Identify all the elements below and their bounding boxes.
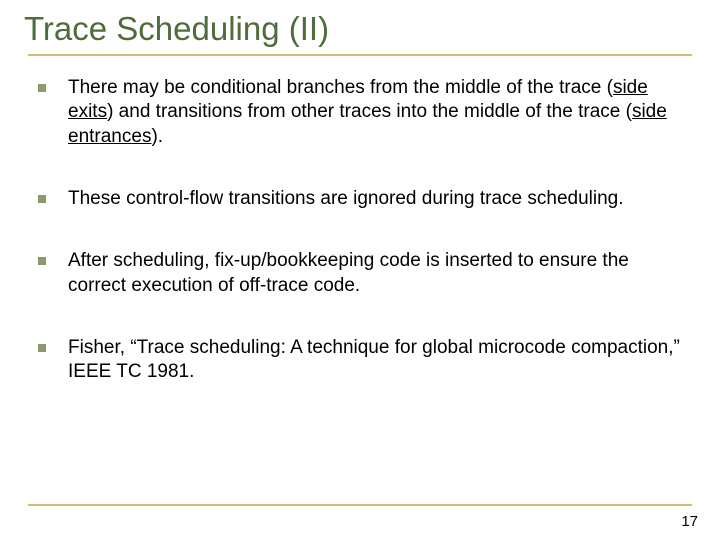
list-item: These control-flow transitions are ignor… [38,187,692,211]
page-number: 17 [681,513,698,530]
reference-venue: IEEE TC 1981. [68,361,194,382]
list-item: There may be conditional branches from t… [38,76,692,149]
list-item: After scheduling, fix-up/bookkeeping cod… [38,249,692,298]
bullet-square-icon [38,84,46,92]
bullet-square-icon [38,195,46,203]
bullet-square-icon [38,257,46,265]
bullet-text: These control-flow transitions are ignor… [68,188,624,209]
bullet-square-icon [38,344,46,352]
footer-rule [28,504,692,506]
reference-title: Trace scheduling: A technique for global… [137,337,674,358]
slide: Trace Scheduling (II) There may be condi… [0,0,720,540]
title-rule [28,54,692,56]
quote-close-icon: ” [674,337,680,358]
bullet-text-segment: ) and transitions from other traces into… [107,101,632,122]
bullet-text-segment: Fisher, [68,337,130,358]
bullet-text-segment: There may be conditional branches from t… [68,77,613,98]
slide-title: Trace Scheduling (II) [24,10,692,48]
bullet-list: There may be conditional branches from t… [28,76,692,385]
list-item: Fisher, “Trace scheduling: A technique f… [38,336,692,385]
bullet-text-segment: ). [151,126,163,147]
bullet-text: After scheduling, fix-up/bookkeeping cod… [68,250,629,295]
